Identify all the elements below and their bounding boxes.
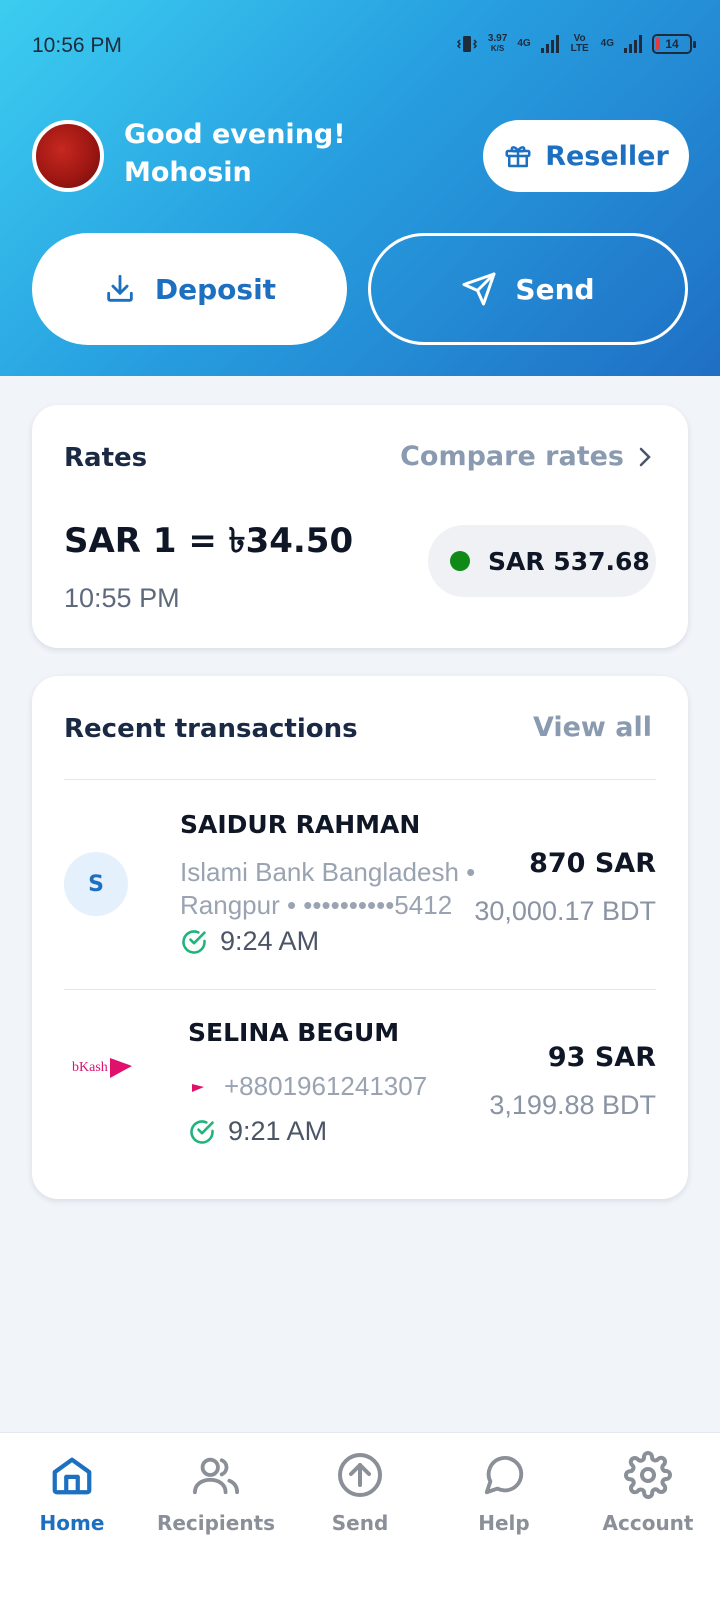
balance-badge: SAR 537.68	[428, 525, 656, 597]
nav-home-label: Home	[39, 1511, 105, 1535]
transaction-time: 9:21 AM	[188, 1116, 327, 1147]
bottom-navigation: Home Recipients Send Help Account	[0, 1432, 720, 1600]
deposit-button[interactable]: Deposit	[32, 233, 347, 345]
gift-icon	[505, 146, 531, 168]
check-circle-icon	[190, 1119, 214, 1144]
amount-sar: 93 SAR	[547, 1042, 656, 1073]
nav-recipients-label: Recipients	[156, 1511, 276, 1535]
nav-send-label: Send	[331, 1511, 389, 1535]
time-label: 9:21 AM	[228, 1116, 328, 1146]
deposit-label: Deposit	[154, 272, 277, 306]
gear-icon	[624, 1451, 672, 1499]
nav-recipients[interactable]: Recipients	[144, 1447, 288, 1535]
nav-account[interactable]: Account	[576, 1447, 720, 1535]
status-icons: 3.97 K/S 4G Vo LTE 4G 14	[456, 33, 696, 54]
nav-help[interactable]: Help	[432, 1447, 576, 1535]
bkash-logo-text: bKash	[72, 1060, 108, 1075]
hero-header: 10:56 PM 3.97 K/S 4G Vo LTE 4G 14 Good ev…	[0, 0, 720, 376]
net-speed-unit: K/S	[490, 44, 505, 53]
check-circle-icon	[182, 929, 206, 954]
reseller-label: Reseller	[545, 140, 669, 172]
recipient-name: SELINA BEGUM	[188, 1018, 400, 1047]
transactions-title: Recent transactions	[64, 714, 358, 744]
signal-icon-2	[624, 35, 642, 53]
network-label-1: 4G	[517, 38, 531, 49]
battery-level: 14	[665, 37, 679, 51]
avatar[interactable]	[32, 120, 104, 192]
send-label: Send	[515, 272, 595, 306]
volte-label: Vo LTE	[570, 33, 589, 54]
compare-rates-link[interactable]: Compare rates	[400, 441, 652, 472]
users-icon	[193, 1457, 239, 1495]
bkash-logo: bKash	[72, 1058, 132, 1078]
balance-value: SAR 537.68	[488, 546, 650, 576]
recipient-bank-detail: Islami Bank Bangladesh • Rangpur • •••••…	[180, 856, 475, 922]
compare-rates-label: Compare rates	[400, 441, 624, 472]
user-name: Mohosin	[124, 157, 252, 188]
greeting-line: Good evening!	[124, 119, 346, 150]
nav-help-label: Help	[478, 1511, 530, 1535]
view-all-link[interactable]: View all	[533, 712, 652, 743]
status-bar: 10:56 PM 3.97 K/S 4G Vo LTE 4G 14	[32, 30, 696, 66]
send-button[interactable]: Send	[368, 233, 688, 345]
amount-bdt: 30,000.17 BDT	[474, 896, 656, 926]
transaction-row[interactable]: S SAIDUR RAHMAN Islami Bank Bangladesh •…	[64, 780, 656, 985]
network-label-2: 4G	[600, 38, 614, 49]
recipient-phone-detail: +8801961241307	[188, 1070, 427, 1103]
amount-bdt: 3,199.88 BDT	[489, 1090, 656, 1120]
transaction-time: 9:24 AM	[180, 926, 319, 957]
nav-send[interactable]: Send	[288, 1447, 432, 1535]
download-icon	[107, 274, 133, 302]
net-speed-value: 3.97	[487, 33, 508, 44]
rates-title: Rates	[64, 443, 148, 473]
nav-home[interactable]: Home	[0, 1447, 144, 1535]
phone-number: +8801961241307	[224, 1071, 428, 1101]
paper-plane-icon	[462, 272, 496, 306]
greeting: Good evening! Mohosin	[124, 116, 346, 192]
rates-card: Rates Compare rates SAR 1 = ৳34.50 10:55…	[32, 405, 688, 648]
reseller-button[interactable]: Reseller	[483, 120, 689, 192]
arrow-up-circle-icon	[338, 1453, 382, 1497]
exchange-rate: SAR 1 = ৳34.50	[64, 521, 354, 561]
recent-transactions-card: Recent transactions View all S SAIDUR RA…	[32, 676, 688, 1199]
account-line: Rangpur • ••••••••••5412	[180, 890, 453, 920]
battery-icon: 14	[652, 34, 696, 54]
chevron-right-icon	[639, 447, 651, 466]
rate-time: 10:55 PM	[64, 583, 180, 613]
home-icon	[52, 1457, 92, 1495]
chat-bubble-icon	[484, 1456, 524, 1495]
status-time: 10:56 PM	[32, 34, 122, 57]
transaction-row[interactable]: bKash SELINA BEGUM +8801961241307 9:21 A…	[64, 990, 656, 1180]
bank-line: Islami Bank Bangladesh •	[180, 857, 476, 887]
recipient-initial-avatar: S	[64, 852, 128, 916]
recipient-name: SAIDUR RAHMAN	[180, 810, 421, 839]
vibrate-icon	[456, 36, 477, 52]
net-speed: 3.97 K/S	[488, 34, 507, 54]
nav-account-label: Account	[602, 1511, 694, 1535]
amount-sar: 870 SAR	[529, 848, 656, 879]
bkash-bird-icon	[109, 1058, 132, 1078]
status-dot-icon	[450, 551, 470, 571]
time-label: 9:24 AM	[220, 926, 320, 956]
bkash-small-icon	[188, 1082, 206, 1092]
signal-icon-1	[540, 35, 559, 53]
